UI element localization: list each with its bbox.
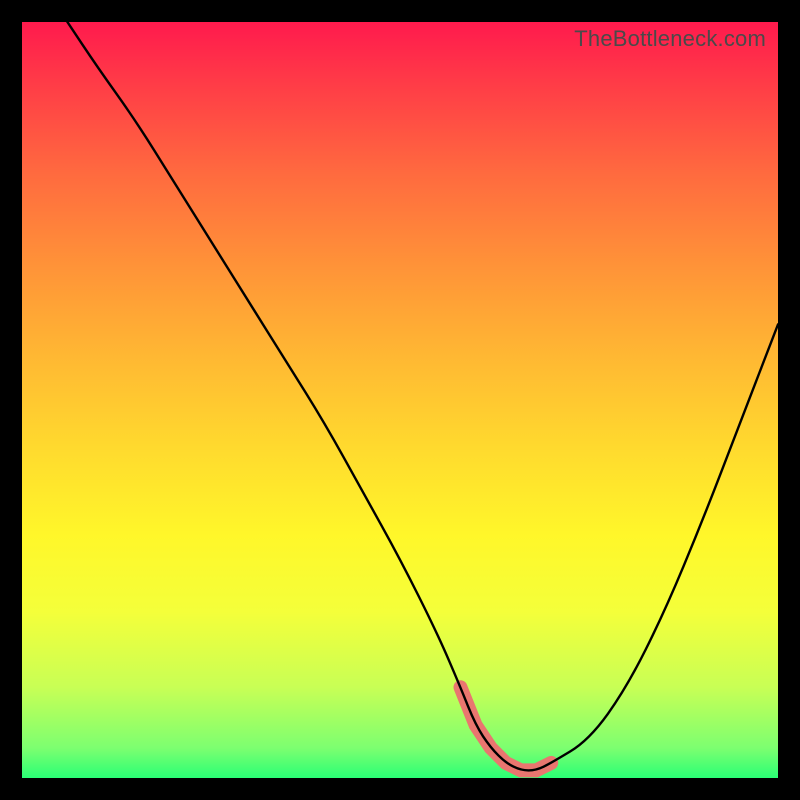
curve-line [67,22,778,770]
watermark-text: TheBottleneck.com [574,26,766,52]
chart-plot-area: TheBottleneck.com [22,22,778,778]
bottleneck-curve [22,22,778,778]
optimal-range-highlight [461,687,552,770]
